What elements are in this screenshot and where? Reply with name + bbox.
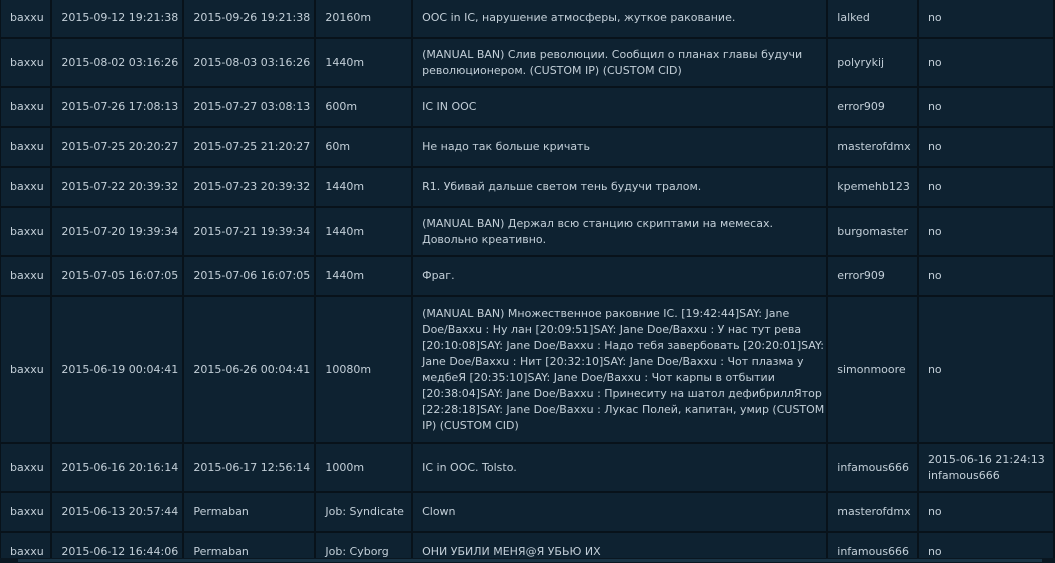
table-row: baxxu 2015-07-26 17:08:13 2015-07-27 03:… bbox=[1, 88, 1053, 126]
unbanned-cell: no bbox=[918, 208, 1053, 255]
bantime-cell: 2015-07-22 20:39:32 bbox=[52, 168, 183, 206]
expires-cell: 2015-07-06 16:07:05 bbox=[184, 257, 315, 295]
unbanned-cell: no bbox=[918, 88, 1053, 126]
admin-cell: polyrykij bbox=[828, 39, 917, 86]
ckey-cell: baxxu bbox=[1, 88, 51, 126]
duration-cell: 1000m bbox=[316, 444, 412, 491]
reason-cell: IC IN OOC bbox=[413, 88, 827, 126]
unbanned-cell: no bbox=[918, 0, 1053, 37]
table-row: baxxu 2015-06-19 00:04:41 2015-06-26 00:… bbox=[1, 297, 1053, 442]
reason-cell: Не надо так больше кричать bbox=[413, 128, 827, 166]
unbanned-cell: no bbox=[918, 297, 1053, 442]
ckey-cell: baxxu bbox=[1, 257, 51, 295]
bantime-cell: 2015-06-19 00:04:41 bbox=[52, 297, 183, 442]
ckey-cell: baxxu bbox=[1, 493, 51, 531]
table-row: baxxu 2015-07-25 20:20:27 2015-07-25 21:… bbox=[1, 128, 1053, 166]
expires-cell: 2015-07-27 03:08:13 bbox=[184, 88, 315, 126]
expires-cell: Permaban bbox=[184, 493, 315, 531]
duration-cell: 1440m bbox=[316, 257, 412, 295]
unbanned-cell: no bbox=[918, 128, 1053, 166]
ckey-cell: baxxu bbox=[1, 297, 51, 442]
expires-cell: 2015-08-03 03:16:26 bbox=[184, 39, 315, 86]
reason-cell: IC in OOC. Tolsto. bbox=[413, 444, 827, 491]
ckey-cell: baxxu bbox=[1, 128, 51, 166]
ban-table: baxxu 2015-09-12 19:21:38 2015-09-26 19:… bbox=[0, 0, 1055, 563]
reason-cell: (MANUAL BAN) Множественное раковние IC. … bbox=[413, 297, 827, 442]
table-row: baxxu 2015-09-12 19:21:38 2015-09-26 19:… bbox=[1, 0, 1053, 37]
reason-cell: (MANUAL BAN) Держал всю станцию скриптам… bbox=[413, 208, 827, 255]
duration-cell: Job: Syndicate bbox=[316, 493, 412, 531]
reason-cell: Clown bbox=[413, 493, 827, 531]
table-row: baxxu 2015-08-02 03:16:26 2015-08-03 03:… bbox=[1, 39, 1053, 86]
reason-cell: Фраг. bbox=[413, 257, 827, 295]
bantime-cell: 2015-07-20 19:39:34 bbox=[52, 208, 183, 255]
unbanned-cell: 2015-06-16 21:24:13 infamous666 bbox=[918, 444, 1053, 491]
scrollbar-thumb[interactable] bbox=[18, 559, 1042, 562]
admin-cell: kpemehb123 bbox=[828, 168, 917, 206]
bantime-cell: 2015-09-12 19:21:38 bbox=[52, 0, 183, 37]
unbanned-cell: no bbox=[918, 257, 1053, 295]
horizontal-scrollbar[interactable] bbox=[0, 558, 1055, 563]
table-row: baxxu 2015-07-20 19:39:34 2015-07-21 19:… bbox=[1, 208, 1053, 255]
admin-cell: infamous666 bbox=[828, 444, 917, 491]
duration-cell: 600m bbox=[316, 88, 412, 126]
admin-cell: masterofdmx bbox=[828, 128, 917, 166]
unbanned-cell: no bbox=[918, 39, 1053, 86]
bantime-cell: 2015-08-02 03:16:26 bbox=[52, 39, 183, 86]
expires-cell: 2015-09-26 19:21:38 bbox=[184, 0, 315, 37]
bantime-cell: 2015-07-26 17:08:13 bbox=[52, 88, 183, 126]
ckey-cell: baxxu bbox=[1, 208, 51, 255]
admin-cell: lalked bbox=[828, 0, 917, 37]
ckey-cell: baxxu bbox=[1, 168, 51, 206]
unbanned-cell: no bbox=[918, 493, 1053, 531]
duration-cell: 1440m bbox=[316, 39, 412, 86]
unbanned-cell: no bbox=[918, 168, 1053, 206]
expires-cell: 2015-07-23 20:39:32 bbox=[184, 168, 315, 206]
ckey-cell: baxxu bbox=[1, 39, 51, 86]
reason-cell: OOC in IC, нарушение атмосферы, жуткое р… bbox=[413, 0, 827, 37]
table-row: baxxu 2015-06-16 20:16:14 2015-06-17 12:… bbox=[1, 444, 1053, 491]
duration-cell: 20160m bbox=[316, 0, 412, 37]
expires-cell: 2015-07-21 19:39:34 bbox=[184, 208, 315, 255]
duration-cell: 60m bbox=[316, 128, 412, 166]
bantime-cell: 2015-07-05 16:07:05 bbox=[52, 257, 183, 295]
expires-cell: 2015-06-17 12:56:14 bbox=[184, 444, 315, 491]
ckey-cell: baxxu bbox=[1, 0, 51, 37]
admin-cell: error909 bbox=[828, 257, 917, 295]
table-row: baxxu 2015-07-05 16:07:05 2015-07-06 16:… bbox=[1, 257, 1053, 295]
duration-cell: 1440m bbox=[316, 168, 412, 206]
duration-cell: 10080m bbox=[316, 297, 412, 442]
reason-cell: (MANUAL BAN) Слив революции. Сообщил о п… bbox=[413, 39, 827, 86]
duration-cell: 1440m bbox=[316, 208, 412, 255]
expires-cell: 2015-07-25 21:20:27 bbox=[184, 128, 315, 166]
table-row: baxxu 2015-07-22 20:39:32 2015-07-23 20:… bbox=[1, 168, 1053, 206]
admin-cell: error909 bbox=[828, 88, 917, 126]
admin-cell: burgomaster bbox=[828, 208, 917, 255]
ckey-cell: baxxu bbox=[1, 444, 51, 491]
reason-cell: R1. Убивай дальше светом тень будучи тра… bbox=[413, 168, 827, 206]
bantime-cell: 2015-06-13 20:57:44 bbox=[52, 493, 183, 531]
table-row: baxxu 2015-06-13 20:57:44 Permaban Job: … bbox=[1, 493, 1053, 531]
bantime-cell: 2015-06-16 20:16:14 bbox=[52, 444, 183, 491]
expires-cell: 2015-06-26 00:04:41 bbox=[184, 297, 315, 442]
admin-cell: masterofdmx bbox=[828, 493, 917, 531]
admin-cell: simonmoore bbox=[828, 297, 917, 442]
bantime-cell: 2015-07-25 20:20:27 bbox=[52, 128, 183, 166]
